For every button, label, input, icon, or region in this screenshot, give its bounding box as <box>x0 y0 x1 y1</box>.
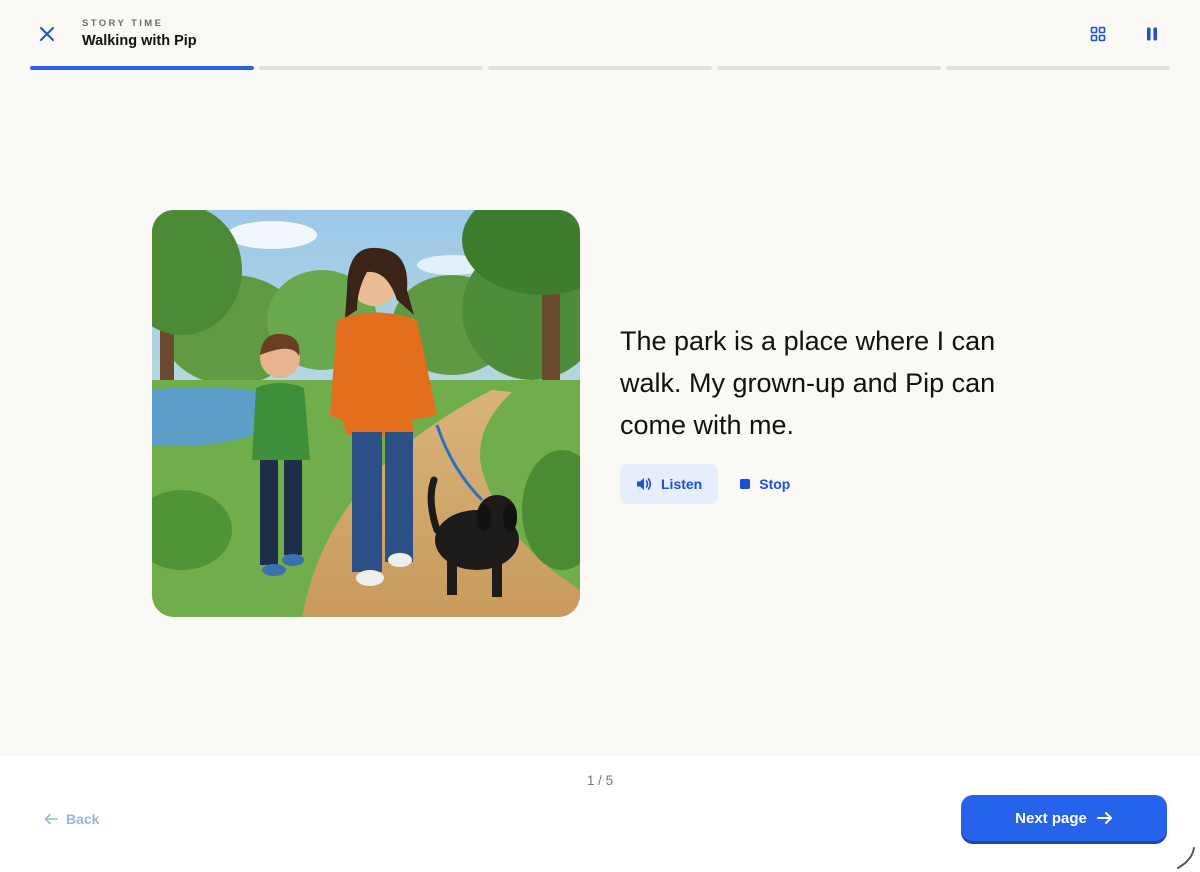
stop-icon <box>740 479 751 489</box>
eyebrow-label: STORY TIME <box>82 18 164 29</box>
back-label: Back <box>66 811 100 827</box>
pause-icon <box>1147 27 1157 41</box>
speaker-icon <box>637 478 652 490</box>
listen-label: Listen <box>661 476 703 492</box>
close-icon <box>40 27 54 41</box>
stop-button[interactable]: Stop <box>726 464 804 504</box>
story-page-text: The park is a place where I can walk. My… <box>620 326 996 440</box>
audio-controls: Listen Stop <box>620 464 804 504</box>
listen-button[interactable]: Listen <box>620 464 719 504</box>
grid-icon <box>1090 26 1106 42</box>
progress-segment-4 <box>717 66 941 70</box>
arrow-right-icon <box>1096 812 1112 824</box>
resize-handle-icon <box>1177 847 1195 869</box>
arrow-left-icon <box>44 813 58 825</box>
progress-segment-3 <box>488 66 712 70</box>
story-reader: STORY TIME Walking with Pip The park is … <box>0 0 1200 872</box>
pause-button[interactable] <box>1135 17 1169 51</box>
header: STORY TIME Walking with Pip <box>0 0 1200 70</box>
pages-grid-button[interactable] <box>1081 17 1115 51</box>
progress-segment-5 <box>946 66 1170 70</box>
illustration-art <box>152 210 580 617</box>
next-page-button[interactable]: Next page <box>961 795 1167 841</box>
next-page-label: Next page <box>1015 809 1087 827</box>
page-counter: 1 / 5 <box>586 773 614 788</box>
stop-label: Stop <box>759 476 791 492</box>
progress-segment-fill <box>30 66 254 70</box>
title-block: STORY TIME Walking with Pip <box>82 18 197 49</box>
back-button[interactable]: Back <box>44 808 99 830</box>
close-button[interactable] <box>30 17 64 51</box>
page-progress <box>30 66 1170 70</box>
progress-segment-2 <box>259 66 483 70</box>
progress-segment-1 <box>30 66 254 70</box>
story-illustration <box>152 210 580 617</box>
story-title: Walking with Pip <box>82 33 197 49</box>
